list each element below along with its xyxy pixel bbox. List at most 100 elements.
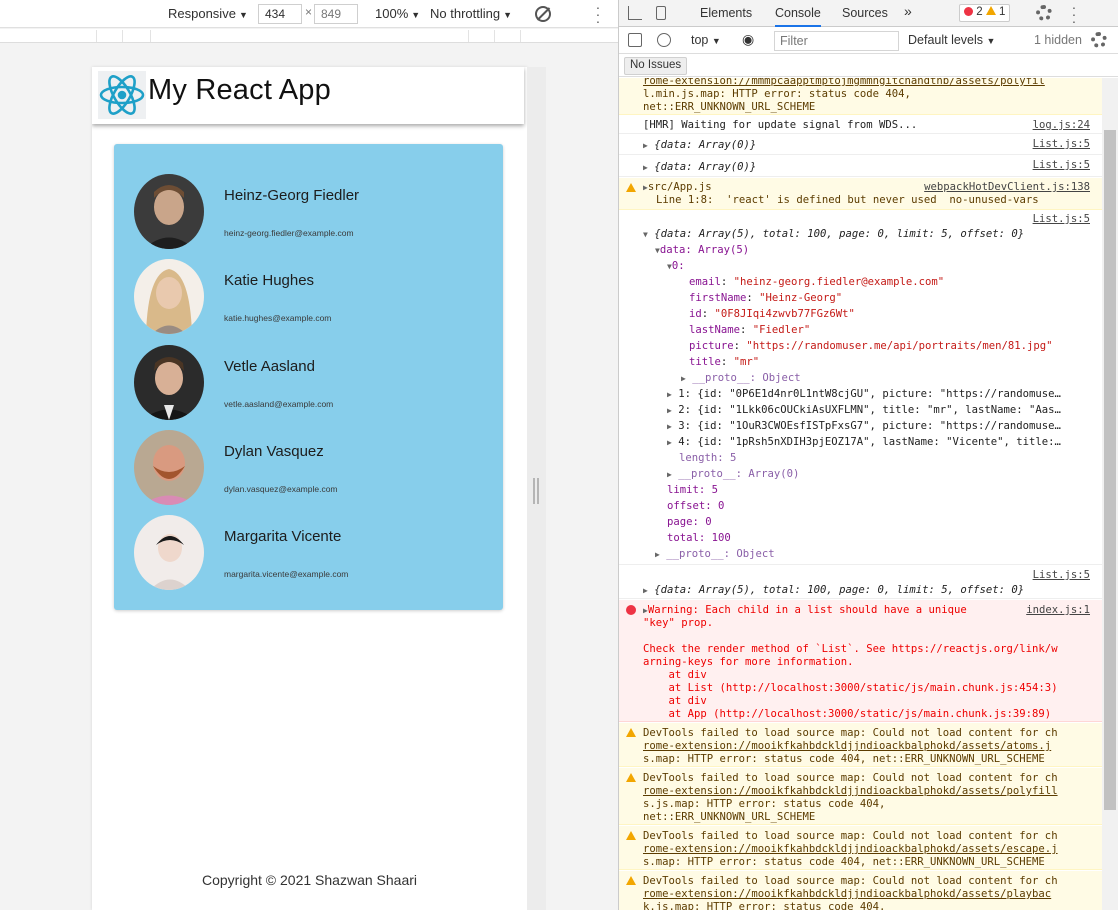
source-link[interactable]: List.js:5	[1033, 138, 1090, 151]
throttling-select[interactable]: No throttling ▼	[430, 6, 512, 21]
height-input[interactable]: 849	[314, 4, 358, 24]
stack-line[interactable]: at App (http://localhost:3000/static/js/…	[643, 708, 1052, 721]
expand-triangle-icon[interactable]: ▶	[667, 390, 672, 399]
error-count: 2	[976, 6, 983, 18]
source-link[interactable]: index.js:1	[1026, 604, 1090, 617]
more-options-icon[interactable]: · · ·	[1070, 0, 1078, 28]
clear-console-icon[interactable]	[657, 33, 671, 47]
array-entry[interactable]: 4: {id: "1pRsh5nXDIH3pjEOZ17A", lastName…	[678, 436, 1061, 448]
source-link[interactable]: List.js:5	[1033, 569, 1090, 582]
source-link[interactable]: List.js:5	[1033, 159, 1090, 172]
object-property: limit: 5	[667, 484, 719, 496]
device-select[interactable]: Responsive ▼	[168, 6, 248, 21]
caret-down-icon: ▼	[411, 10, 421, 20]
expand-triangle-icon[interactable]: ▶	[643, 163, 648, 172]
warning-text: s.map: HTTP error: status code 404, net:…	[643, 753, 1045, 765]
context-label: top	[691, 33, 709, 47]
log-levels-select[interactable]: Default levels ▼	[908, 33, 995, 47]
avatar	[134, 174, 204, 249]
no-issues-button[interactable]: No Issues	[624, 57, 688, 75]
proto-entry[interactable]: __proto__: Object	[692, 372, 800, 384]
log-object[interactable]: {data: Array(5), total: 100, page: 0, li…	[654, 228, 1024, 240]
array-entry[interactable]: 1: {id: "0P6E1d4nr0L1ntW8cjGU", picture:…	[678, 388, 1061, 400]
source-map-link[interactable]: rome-extension://mooikfkahbdckldjjndioac…	[643, 843, 1058, 856]
context-select[interactable]: top ▼	[691, 33, 721, 47]
react-logo-icon	[98, 71, 146, 119]
console-message[interactable]: ▶ {data: Array(0)} List.js:5	[619, 156, 1102, 177]
width-input[interactable]: 434	[258, 4, 302, 24]
source-map-link[interactable]: rome-extension://mooikfkahbdckldjjndioac…	[643, 785, 1058, 798]
user-item: Vetle Aasland vetle.aasland@example.com	[134, 345, 494, 421]
array-entry[interactable]: 2: {id: "1Lkk06cOUCkiAsUXFLMN", title: "…	[678, 404, 1061, 416]
source-map-link[interactable]: rome-extension://mooikfkahbdckldjjndioac…	[643, 740, 1051, 753]
rotate-icon[interactable]	[535, 6, 551, 22]
proto-entry[interactable]: __proto__: Array(0)	[678, 468, 799, 480]
user-email: heinz-georg.fiedler@example.com	[224, 228, 354, 238]
expand-triangle-icon[interactable]: ▶	[643, 586, 648, 595]
object-value: "heinz-georg.fiedler@example.com"	[733, 276, 945, 288]
console-warning: DevTools failed to load source map: Coul…	[619, 768, 1102, 825]
source-link[interactable]: List.js:5	[1033, 213, 1090, 226]
warning-text: DevTools failed to load source map: Coul…	[643, 830, 1058, 842]
console-error: ▶Warning: Each child in a list should ha…	[619, 600, 1102, 722]
source-map-link[interactable]: rome-extension://mooikfkahbdckldjjndioac…	[643, 888, 1051, 901]
source-map-link[interactable]: rome-extension://mmmpcaapptmptojmgmmngit…	[643, 78, 1045, 88]
collapse-triangle-icon[interactable]: ▼	[643, 230, 648, 239]
expand-triangle-icon[interactable]: ▶	[667, 438, 672, 447]
zoom-label: 100%	[375, 6, 409, 21]
avatar	[134, 259, 204, 334]
source-link[interactable]: log.js:24	[1033, 119, 1090, 132]
error-text: "key" prop.	[643, 617, 714, 629]
expand-triangle-icon[interactable]: ▶	[681, 374, 686, 383]
object-property: offset: 0	[667, 500, 725, 512]
issue-counter[interactable]: 2 1	[959, 4, 1011, 22]
device-toggle-icon[interactable]	[656, 6, 666, 20]
stack-line[interactable]: at List (http://localhost:3000/static/js…	[643, 682, 1058, 695]
log-object[interactable]: {data: Array(5), total: 100, page: 0, li…	[654, 584, 1024, 596]
console-message[interactable]: List.js:5 ▶ {data: Array(5), total: 100,…	[619, 566, 1102, 599]
throttling-label: No throttling	[430, 6, 501, 21]
zoom-select[interactable]: 100% ▼	[375, 6, 420, 21]
expand-triangle-icon[interactable]: ▶	[667, 406, 672, 415]
tab-console[interactable]: Console	[775, 6, 821, 27]
array-entry[interactable]: 3: {id: "1OuR3CWOEsfISTpFxsG7", picture:…	[678, 420, 1061, 432]
caret-down-icon: ▼	[986, 36, 996, 46]
warning-icon	[626, 876, 636, 885]
sidebar-toggle-icon[interactable]	[628, 33, 642, 47]
media-query-ruler[interactable]	[0, 29, 618, 43]
object-value: "https://randomuser.me/api/portraits/men…	[746, 340, 1053, 352]
warning-icon	[626, 183, 636, 192]
expand-triangle-icon[interactable]: ▶	[655, 550, 660, 559]
object-key: id	[689, 308, 702, 320]
user-email: dylan.vasquez@example.com	[224, 484, 338, 494]
settings-gear-icon[interactable]	[1036, 5, 1052, 21]
live-expression-eye-icon[interactable]: ◉	[742, 31, 754, 48]
object-value: "Heinz-Georg"	[759, 292, 843, 304]
proto-entry[interactable]: __proto__: Object	[666, 548, 774, 560]
tab-elements[interactable]: Elements	[700, 6, 752, 20]
warning-icon	[985, 6, 996, 15]
tab-sources[interactable]: Sources	[842, 6, 888, 20]
console-toolbar: top ▼ ◉ Filter Default levels ▼ 1 hidden	[619, 28, 1118, 54]
console-message[interactable]: ▶ {data: Array(0)} List.js:5	[619, 135, 1102, 155]
resize-handle[interactable]	[533, 478, 539, 504]
user-item: Katie Hughes katie.hughes@example.com	[134, 259, 494, 335]
log-text: [HMR] Waiting for update signal from WDS…	[643, 119, 918, 131]
expand-triangle-icon[interactable]: ▶	[667, 470, 672, 479]
more-tabs-icon[interactable]: »	[904, 3, 912, 19]
log-object[interactable]: {data: Array(0)}	[654, 139, 756, 151]
object-key: picture	[689, 340, 734, 352]
console-settings-gear-icon[interactable]	[1091, 32, 1107, 48]
log-object[interactable]: {data: Array(0)}	[654, 161, 756, 173]
source-link[interactable]: webpackHotDevClient.js:138	[924, 181, 1090, 194]
expand-triangle-icon[interactable]: ▶	[643, 141, 648, 150]
inspect-element-icon[interactable]	[628, 6, 642, 20]
filter-input[interactable]: Filter	[774, 31, 899, 51]
hidden-count: 1 hidden	[1034, 33, 1082, 47]
console-scrollbar-thumb[interactable]	[1104, 130, 1116, 810]
console-warning: DevTools failed to load source map: Coul…	[619, 723, 1102, 767]
error-icon	[626, 605, 636, 615]
expand-triangle-icon[interactable]: ▶	[667, 422, 672, 431]
more-options-icon[interactable]: · · ·	[594, 0, 602, 28]
console-log: rome-extension://mmmpcaapptmptojmgmmngit…	[619, 78, 1102, 910]
